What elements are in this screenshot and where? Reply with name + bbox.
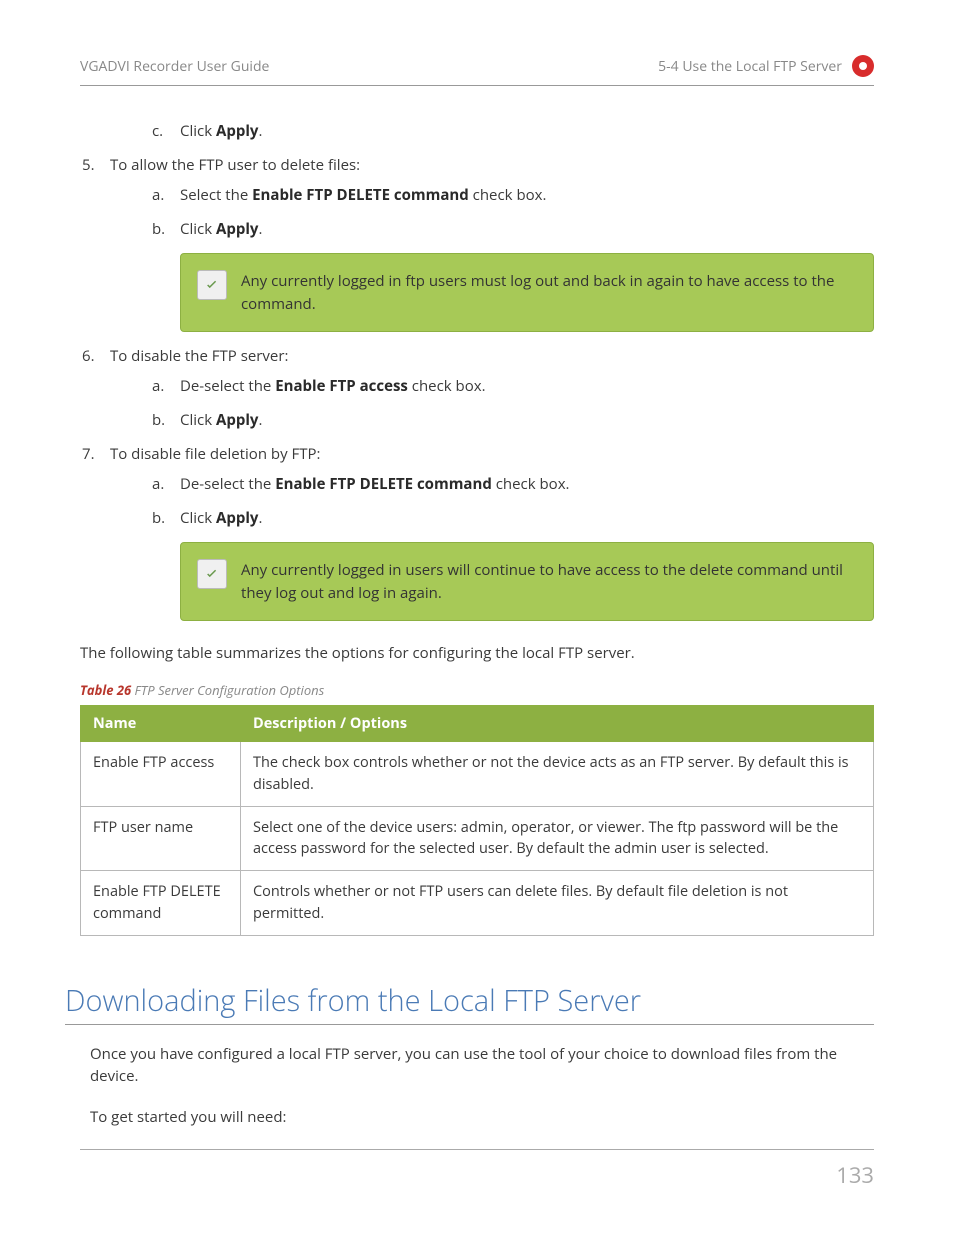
footer-rule — [80, 1149, 874, 1150]
step-6a: a.De-select the Enable FTP access check … — [180, 376, 874, 396]
step-7a: a.De-select the Enable FTP DELETE comman… — [180, 474, 874, 494]
page-number: 133 — [836, 1160, 874, 1190]
config-options-table: Name Description / Options Enable FTP ac… — [80, 705, 874, 936]
step-4-continued: c.Click Apply. — [110, 121, 874, 141]
step-7b: b.Click Apply. — [180, 508, 874, 528]
step-6: 6.To disable the FTP server: a.De-select… — [110, 346, 874, 430]
section-heading: Downloading Files from the Local FTP Ser… — [65, 981, 874, 1025]
table-row: Enable FTP access The check box controls… — [81, 742, 874, 807]
col-desc: Description / Options — [241, 706, 874, 742]
header-section: 5-4 Use the Local FTP Server — [658, 57, 842, 76]
note-callout: Any currently logged in users will conti… — [180, 542, 874, 621]
callout-text: Any currently logged in ftp users must l… — [241, 270, 853, 315]
note-callout: Any currently logged in ftp users must l… — [180, 253, 874, 332]
step-7: 7.To disable file deletion by FTP: a.De-… — [110, 444, 874, 621]
step-5b: b.Click Apply. — [180, 219, 874, 239]
step-5: 5.To allow the FTP user to delete files:… — [110, 155, 874, 332]
summary-text: The following table summarizes the optio… — [80, 643, 874, 663]
step-5a: a.Select the Enable FTP DELETE command c… — [180, 185, 874, 205]
table-label: Table 26 — [80, 681, 131, 699]
callout-text: Any currently logged in users will conti… — [241, 559, 853, 604]
header-right: 5-4 Use the Local FTP Server — [658, 55, 874, 77]
page-header: VGADVI Recorder User Guide 5-4 Use the L… — [80, 55, 874, 86]
instruction-list: c.Click Apply. 5.To allow the FTP user t… — [80, 121, 874, 621]
body-paragraph: Once you have configured a local FTP ser… — [90, 1043, 874, 1088]
table-row: Enable FTP DELETE command Controls wheth… — [81, 871, 874, 936]
table-caption: Table 26 FTP Server Configuration Option… — [80, 681, 874, 699]
clipboard-check-icon — [197, 559, 227, 589]
step-6b: b.Click Apply. — [180, 410, 874, 430]
clipboard-check-icon — [197, 270, 227, 300]
step-4c: c.Click Apply. — [180, 121, 874, 141]
brand-logo-icon — [852, 55, 874, 77]
col-name: Name — [81, 706, 241, 742]
table-row: FTP user name Select one of the device u… — [81, 806, 874, 871]
table-title: FTP Server Configuration Options — [131, 681, 324, 699]
body-paragraph: To get started you will need: — [90, 1106, 874, 1129]
header-left: VGADVI Recorder User Guide — [80, 57, 269, 76]
